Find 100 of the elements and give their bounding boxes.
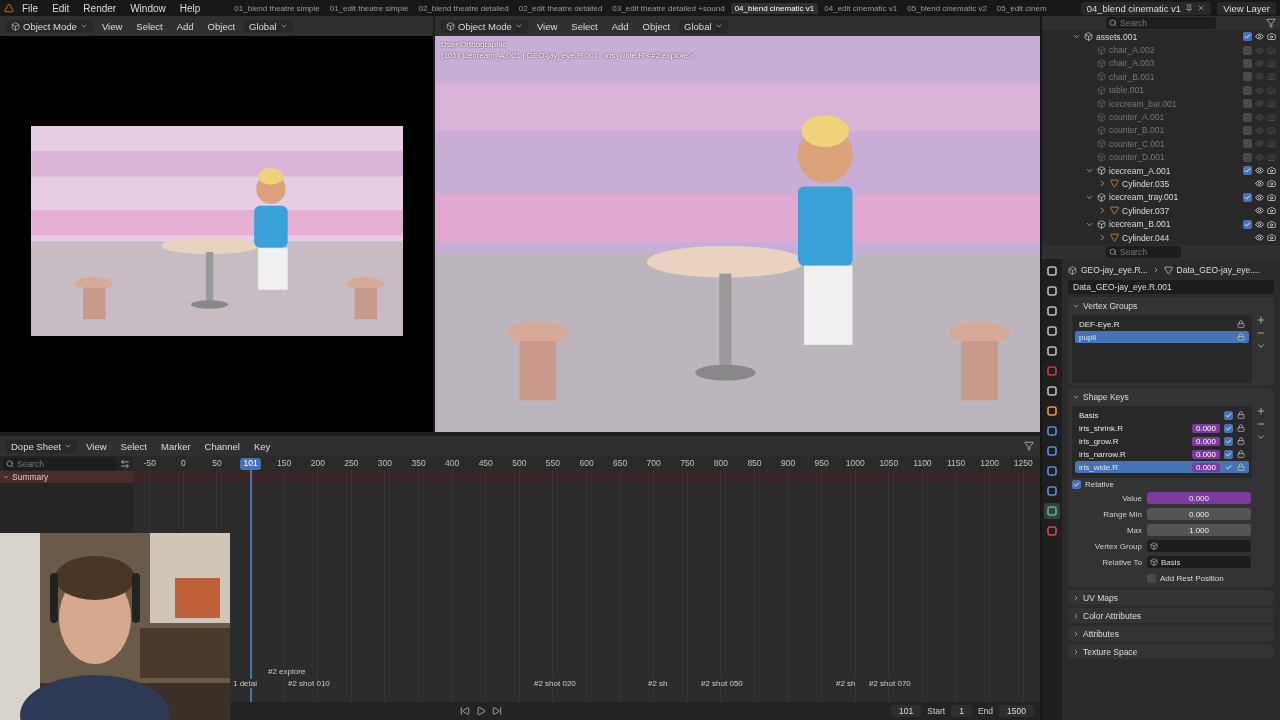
panel-header[interactable]: Attributes bbox=[1068, 626, 1274, 641]
start-frame-field[interactable]: 1 bbox=[951, 705, 972, 717]
properties-tab[interactable] bbox=[1044, 483, 1060, 499]
menu-item[interactable]: Edit bbox=[46, 2, 76, 14]
vertex-group-item[interactable]: DEF-Eye.R bbox=[1075, 318, 1249, 330]
scene-field[interactable]: 04_blend cinematic v1 bbox=[1080, 1, 1212, 15]
checkbox[interactable] bbox=[1072, 480, 1081, 489]
shape-key-item[interactable]: Basis bbox=[1075, 409, 1249, 421]
properties-tab[interactable] bbox=[1044, 263, 1060, 279]
shape-key-value[interactable]: 0.000 bbox=[1191, 436, 1220, 446]
shape-key-item[interactable]: iris_wide.R 0.000 bbox=[1075, 461, 1249, 473]
exclude-checkbox[interactable] bbox=[1243, 152, 1252, 162]
workspace-tab[interactable]: 05_blend cinematic v2 bbox=[903, 2, 991, 14]
timeline-marker[interactable]: #2 sh bbox=[647, 679, 669, 688]
properties-tab[interactable] bbox=[1044, 443, 1060, 459]
exclude-checkbox[interactable] bbox=[1243, 72, 1252, 82]
shape-key-value[interactable]: 0.000 bbox=[1191, 462, 1220, 472]
number-field[interactable]: 0.000 bbox=[1147, 508, 1251, 520]
shape-key-item[interactable]: iris_grow.R 0.000 bbox=[1075, 435, 1249, 447]
exclude-checkbox[interactable] bbox=[1243, 125, 1252, 135]
search-field[interactable]: Search bbox=[3, 457, 117, 470]
workspace-tab[interactable]: 02_edit theatre detailed bbox=[514, 2, 607, 14]
menu-item[interactable]: Object bbox=[202, 20, 241, 32]
exclude-checkbox[interactable] bbox=[1243, 32, 1252, 42]
checkbox[interactable] bbox=[1224, 423, 1233, 433]
properties-tab[interactable] bbox=[1044, 323, 1060, 339]
menu-item[interactable]: Key bbox=[248, 440, 276, 452]
exclude-checkbox[interactable] bbox=[1243, 219, 1252, 229]
search-field[interactable] bbox=[1147, 540, 1251, 552]
timeline-marker[interactable]: #2 explore bbox=[267, 667, 307, 676]
number-field[interactable]: 1.000 bbox=[1147, 524, 1251, 536]
outliner-row[interactable]: Cylinder.035 bbox=[1098, 177, 1280, 191]
checkbox[interactable] bbox=[1224, 410, 1233, 420]
menu-item[interactable]: Channel bbox=[199, 440, 245, 452]
workspace-tab[interactable]: 01_blend theatre simple bbox=[230, 2, 324, 14]
search-field[interactable]: Search bbox=[1106, 246, 1181, 258]
exclude-checkbox[interactable] bbox=[1243, 192, 1252, 202]
channel-row[interactable]: Summary bbox=[0, 471, 133, 483]
timeline-marker[interactable]: #2 shot 050 bbox=[700, 679, 744, 688]
properties-tab[interactable] bbox=[1044, 503, 1060, 519]
search-field[interactable]: Search bbox=[1106, 17, 1216, 29]
panel-header[interactable]: Color Attributes bbox=[1068, 608, 1274, 623]
shape-key-item[interactable]: iris_shrink.R 0.000 bbox=[1075, 422, 1249, 434]
menu-item[interactable]: View bbox=[81, 440, 112, 452]
checkbox[interactable] bbox=[1224, 449, 1233, 459]
panel-header[interactable]: UV Maps bbox=[1068, 590, 1274, 605]
menu-item[interactable]: Select bbox=[115, 440, 152, 452]
panel-header[interactable]: Vertex Groups bbox=[1072, 299, 1270, 313]
outliner-row[interactable]: icecream_B.001 bbox=[1085, 217, 1280, 231]
outliner-row[interactable]: icecream_tray.001 bbox=[1085, 190, 1280, 205]
properties-tab[interactable] bbox=[1044, 403, 1060, 419]
end-frame-field[interactable]: 1500 bbox=[999, 705, 1034, 717]
number-field[interactable]: 0.000 bbox=[1147, 492, 1251, 504]
properties-tab[interactable] bbox=[1044, 283, 1060, 299]
workspace-tab[interactable]: 04_edit cinematic v1 bbox=[820, 2, 902, 14]
panel-header[interactable]: Shape Keys bbox=[1072, 390, 1270, 404]
menu-item[interactable]: Select bbox=[566, 20, 603, 32]
workspace-tab[interactable]: 04_blend cinematic v1 bbox=[730, 2, 819, 14]
outliner-row[interactable]: Cylinder.044 bbox=[1098, 230, 1280, 245]
mode-dropdown[interactable]: Object Mode bbox=[441, 19, 528, 33]
shape-key-value[interactable]: 0.000 bbox=[1191, 423, 1220, 433]
workspace-tab[interactable]: 02_blend theatre detailed bbox=[414, 2, 513, 14]
menu-item[interactable]: File bbox=[16, 2, 45, 14]
vertex-group-item[interactable]: pupil bbox=[1075, 331, 1249, 343]
workspace-tab[interactable]: 03_edit theatre detailed +sound bbox=[608, 2, 729, 14]
exclude-checkbox[interactable] bbox=[1243, 112, 1252, 122]
timeline-marker[interactable]: #2 shot 010 bbox=[287, 679, 331, 688]
exclude-checkbox[interactable] bbox=[1243, 58, 1252, 68]
properties-tab[interactable] bbox=[1044, 383, 1060, 399]
timeline-marker[interactable]: #2 shot 070 bbox=[868, 679, 912, 688]
current-frame-field[interactable]: 101 bbox=[891, 705, 922, 717]
frame-number[interactable]: 101 bbox=[240, 458, 261, 470]
workspace-tab[interactable]: 01_edit theatre simple bbox=[325, 2, 413, 14]
exclude-checkbox[interactable] bbox=[1243, 139, 1252, 149]
timeline-marker[interactable]: 1 detai bbox=[232, 679, 259, 688]
exclude-checkbox[interactable] bbox=[1243, 85, 1252, 95]
outliner-row[interactable]: icecream_A.001 bbox=[1085, 163, 1280, 178]
exclude-checkbox[interactable] bbox=[1243, 45, 1252, 55]
properties-tab[interactable] bbox=[1044, 463, 1060, 479]
shape-key-item[interactable]: iris_narrow.R 0.000 bbox=[1075, 448, 1249, 460]
mode-dropdown[interactable]: Object Mode bbox=[6, 19, 93, 33]
orientation-dropdown[interactable]: Global bbox=[679, 19, 728, 33]
workspace-tab[interactable]: 05_edit cinem bbox=[992, 2, 1051, 14]
timeline-marker[interactable]: #2 shot 020 bbox=[533, 679, 577, 688]
exclude-checkbox[interactable] bbox=[1243, 166, 1252, 176]
data-name-field[interactable]: Data_GEO-jay_eye.R.001 bbox=[1068, 280, 1274, 294]
menu-item[interactable]: Help bbox=[173, 2, 207, 14]
properties-tab[interactable] bbox=[1044, 343, 1060, 359]
menu-item[interactable]: View bbox=[531, 20, 563, 32]
menu-item[interactable]: Object bbox=[637, 20, 676, 32]
panel-header[interactable]: Texture Space bbox=[1068, 644, 1274, 659]
outliner-row[interactable]: Cylinder.037 bbox=[1098, 204, 1280, 218]
menu-item[interactable]: Render bbox=[77, 2, 123, 14]
properties-tab[interactable] bbox=[1044, 423, 1060, 439]
checkbox[interactable] bbox=[1224, 436, 1233, 446]
menu-item[interactable]: Marker bbox=[156, 440, 196, 452]
orientation-dropdown[interactable]: Global bbox=[244, 19, 293, 33]
view-layer-field[interactable]: View Layer bbox=[1217, 1, 1276, 15]
properties-tab[interactable] bbox=[1044, 303, 1060, 319]
properties-tab[interactable] bbox=[1044, 523, 1060, 539]
